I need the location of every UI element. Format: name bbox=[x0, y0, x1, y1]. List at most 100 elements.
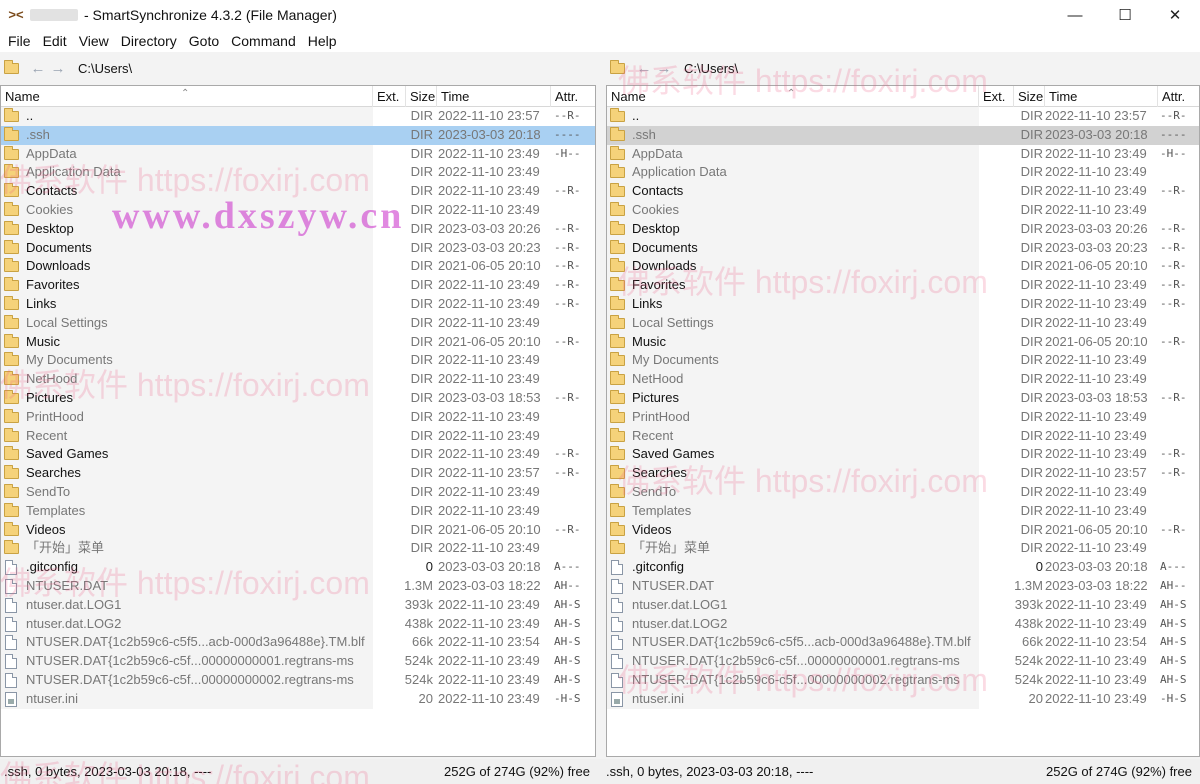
file-row[interactable]: ntuser.dat.LOG1 393k 2022-11-10 23:49 AH-S bbox=[1, 595, 595, 615]
file-row[interactable]: Recent DIR 2022-11-10 23:49 bbox=[607, 426, 1199, 446]
file-row[interactable]: NTUSER.DAT 1.3M 2023-03-03 18:22 AH-- bbox=[607, 576, 1199, 596]
file-size: DIR bbox=[410, 427, 433, 443]
file-row[interactable]: SendTo DIR 2022-11-10 23:49 bbox=[1, 482, 595, 502]
file-row[interactable]: Local Settings DIR 2022-11-10 23:49 bbox=[607, 313, 1199, 333]
left-path-input[interactable]: C:\Users\ bbox=[78, 61, 132, 76]
file-row[interactable]: ntuser.dat.LOG2 438k 2022-11-10 23:49 AH-S bbox=[1, 614, 595, 634]
file-row[interactable]: Music DIR 2021-06-05 20:10 --R- bbox=[1, 332, 595, 352]
menu-command[interactable]: Command bbox=[225, 30, 302, 52]
file-row[interactable]: Documents DIR 2023-03-03 20:23 --R- bbox=[1, 238, 595, 258]
file-row[interactable]: Contacts DIR 2022-11-10 23:49 --R- bbox=[1, 182, 595, 201]
menu-directory[interactable]: Directory bbox=[115, 30, 183, 52]
file-row[interactable]: .ssh DIR 2023-03-03 20:18 ---- bbox=[607, 125, 1199, 145]
file-row[interactable]: Contacts DIR 2022-11-10 23:49 --R- bbox=[607, 182, 1199, 201]
file-row[interactable]: My Documents DIR 2022-11-10 23:49 bbox=[1, 351, 595, 371]
file-row[interactable]: 「开始」菜单 DIR 2022-11-10 23:49 bbox=[1, 539, 595, 559]
file-row[interactable]: NTUSER.DAT 1.3M 2023-03-03 18:22 AH-- bbox=[1, 576, 595, 596]
file-row[interactable]: Pictures DIR 2023-03-03 18:53 --R- bbox=[1, 388, 595, 408]
folder-icon[interactable] bbox=[4, 60, 20, 74]
file-row[interactable]: 「开始」菜单 DIR 2022-11-10 23:49 bbox=[607, 539, 1199, 559]
file-row[interactable]: Saved Games DIR 2022-11-10 23:49 --R- bbox=[607, 445, 1199, 465]
file-row[interactable]: NetHood DIR 2022-11-10 23:49 bbox=[607, 370, 1199, 389]
forward-arrow-icon[interactable]: → bbox=[48, 60, 68, 77]
menu-edit[interactable]: Edit bbox=[37, 30, 73, 52]
file-row[interactable]: Downloads DIR 2021-06-05 20:10 --R- bbox=[1, 257, 595, 277]
column-time[interactable]: Time bbox=[1045, 86, 1158, 107]
column-attr[interactable]: Attr. bbox=[1158, 86, 1199, 107]
minimize-button[interactable]: — bbox=[1050, 0, 1100, 30]
file-row[interactable]: Favorites DIR 2022-11-10 23:49 --R- bbox=[1, 276, 595, 295]
menu-help[interactable]: Help bbox=[302, 30, 343, 52]
file-time: 2023-03-03 20:18 bbox=[1045, 559, 1148, 575]
file-row[interactable]: .. DIR 2022-11-10 23:57 --R- bbox=[1, 107, 595, 126]
column-ext[interactable]: Ext. bbox=[373, 86, 406, 107]
file-row[interactable]: ntuser.dat.LOG1 393k 2022-11-10 23:49 AH-S bbox=[607, 595, 1199, 615]
file-row[interactable]: Music DIR 2021-06-05 20:10 --R- bbox=[607, 332, 1199, 352]
file-row[interactable]: AppData DIR 2022-11-10 23:49 -H-- bbox=[1, 144, 595, 164]
file-row[interactable]: Desktop DIR 2023-03-03 20:26 --R- bbox=[607, 219, 1199, 239]
column-size[interactable]: Size bbox=[406, 86, 437, 107]
file-row[interactable]: Downloads DIR 2021-06-05 20:10 --R- bbox=[607, 257, 1199, 277]
file-row[interactable]: NTUSER.DAT{1c2b59c6-c5f...00000000001.re… bbox=[607, 652, 1199, 671]
maximize-button[interactable]: ☐ bbox=[1100, 0, 1150, 30]
column-attr[interactable]: Attr. bbox=[551, 86, 595, 107]
file-row[interactable]: Application Data DIR 2022-11-10 23:49 bbox=[607, 163, 1199, 183]
file-row[interactable]: .ssh DIR 2023-03-03 20:18 ---- bbox=[1, 125, 595, 145]
file-row[interactable]: NTUSER.DAT{1c2b59c6-c5f...00000000002.re… bbox=[607, 670, 1199, 690]
menu-file[interactable]: File bbox=[2, 30, 37, 52]
file-row[interactable]: Templates DIR 2022-11-10 23:49 bbox=[1, 501, 595, 521]
menu-view[interactable]: View bbox=[73, 30, 115, 52]
file-row[interactable]: ntuser.ini 20 2022-11-10 23:49 -H-S bbox=[607, 689, 1199, 709]
folder-icon bbox=[1, 314, 19, 333]
file-row[interactable]: PrintHood DIR 2022-11-10 23:49 bbox=[607, 407, 1199, 427]
file-row[interactable]: SendTo DIR 2022-11-10 23:49 bbox=[607, 482, 1199, 502]
file-row[interactable]: Templates DIR 2022-11-10 23:49 bbox=[607, 501, 1199, 521]
file-row[interactable]: NTUSER.DAT{1c2b59c6-c5f5...acb-000d3a964… bbox=[607, 633, 1199, 653]
file-row[interactable]: Application Data DIR 2022-11-10 23:49 bbox=[1, 163, 595, 183]
column-ext[interactable]: Ext. bbox=[979, 86, 1014, 107]
column-time[interactable]: Time bbox=[437, 86, 551, 107]
file-row[interactable]: NTUSER.DAT{1c2b59c6-c5f...00000000001.re… bbox=[1, 652, 595, 671]
file-row[interactable]: AppData DIR 2022-11-10 23:49 -H-- bbox=[607, 144, 1199, 164]
file-row[interactable]: PrintHood DIR 2022-11-10 23:49 bbox=[1, 407, 595, 427]
folder-icon bbox=[607, 107, 625, 126]
file-row[interactable]: Videos DIR 2021-06-05 20:10 --R- bbox=[1, 520, 595, 540]
file-row[interactable]: Searches DIR 2022-11-10 23:57 --R- bbox=[1, 464, 595, 483]
file-row[interactable]: Cookies DIR 2022-11-10 23:49 bbox=[1, 200, 595, 220]
file-row[interactable]: Documents DIR 2023-03-03 20:23 --R- bbox=[607, 238, 1199, 258]
column-name[interactable]: Name ⌃ bbox=[1, 86, 373, 107]
file-row[interactable]: Links DIR 2022-11-10 23:49 --R- bbox=[607, 294, 1199, 314]
forward-arrow-icon[interactable]: → bbox=[654, 60, 674, 77]
file-row[interactable]: Videos DIR 2021-06-05 20:10 --R- bbox=[607, 520, 1199, 540]
file-row[interactable]: Recent DIR 2022-11-10 23:49 bbox=[1, 426, 595, 446]
column-name[interactable]: Name ⌃ bbox=[607, 86, 979, 107]
folder-icon[interactable] bbox=[610, 60, 626, 74]
file-row[interactable]: ntuser.ini 20 2022-11-10 23:49 -H-S bbox=[1, 689, 595, 709]
back-arrow-icon[interactable]: ← bbox=[28, 60, 48, 77]
file-size: DIR bbox=[1020, 239, 1043, 255]
column-size[interactable]: Size bbox=[1014, 86, 1045, 107]
right-path-input[interactable]: C:\Users\ bbox=[684, 61, 738, 76]
right-file-panel[interactable]: Name ⌃ Ext. Size Time Attr. .. DIR 2022-11-… bbox=[606, 85, 1200, 757]
file-row[interactable]: Desktop DIR 2023-03-03 20:26 --R- bbox=[1, 219, 595, 239]
file-row[interactable]: Links DIR 2022-11-10 23:49 --R- bbox=[1, 294, 595, 314]
menu-goto[interactable]: Goto bbox=[183, 30, 225, 52]
file-attributes: --R- bbox=[1160, 221, 1187, 235]
file-row[interactable]: NetHood DIR 2022-11-10 23:49 bbox=[1, 370, 595, 389]
file-row[interactable]: Searches DIR 2022-11-10 23:57 --R- bbox=[607, 464, 1199, 483]
file-row[interactable]: Saved Games DIR 2022-11-10 23:49 --R- bbox=[1, 445, 595, 465]
file-row[interactable]: Favorites DIR 2022-11-10 23:49 --R- bbox=[607, 276, 1199, 295]
close-button[interactable]: ✕ bbox=[1150, 0, 1200, 30]
left-file-panel[interactable]: Name ⌃ Ext. Size Time Attr. .. DIR 2022-11-… bbox=[0, 85, 596, 757]
file-row[interactable]: .gitconfig 0 2023-03-03 20:18 A--- bbox=[1, 558, 595, 577]
file-row[interactable]: NTUSER.DAT{1c2b59c6-c5f5...acb-000d3a964… bbox=[1, 633, 595, 653]
file-row[interactable]: .. DIR 2022-11-10 23:57 --R- bbox=[607, 107, 1199, 126]
file-row[interactable]: Cookies DIR 2022-11-10 23:49 bbox=[607, 200, 1199, 220]
file-row[interactable]: Pictures DIR 2023-03-03 18:53 --R- bbox=[607, 388, 1199, 408]
file-row[interactable]: My Documents DIR 2022-11-10 23:49 bbox=[607, 351, 1199, 371]
file-row[interactable]: Local Settings DIR 2022-11-10 23:49 bbox=[1, 313, 595, 333]
file-row[interactable]: NTUSER.DAT{1c2b59c6-c5f...00000000002.re… bbox=[1, 670, 595, 690]
file-row[interactable]: ntuser.dat.LOG2 438k 2022-11-10 23:49 AH-S bbox=[607, 614, 1199, 634]
file-row[interactable]: .gitconfig 0 2023-03-03 20:18 A--- bbox=[607, 558, 1199, 577]
back-arrow-icon[interactable]: ← bbox=[634, 60, 654, 77]
